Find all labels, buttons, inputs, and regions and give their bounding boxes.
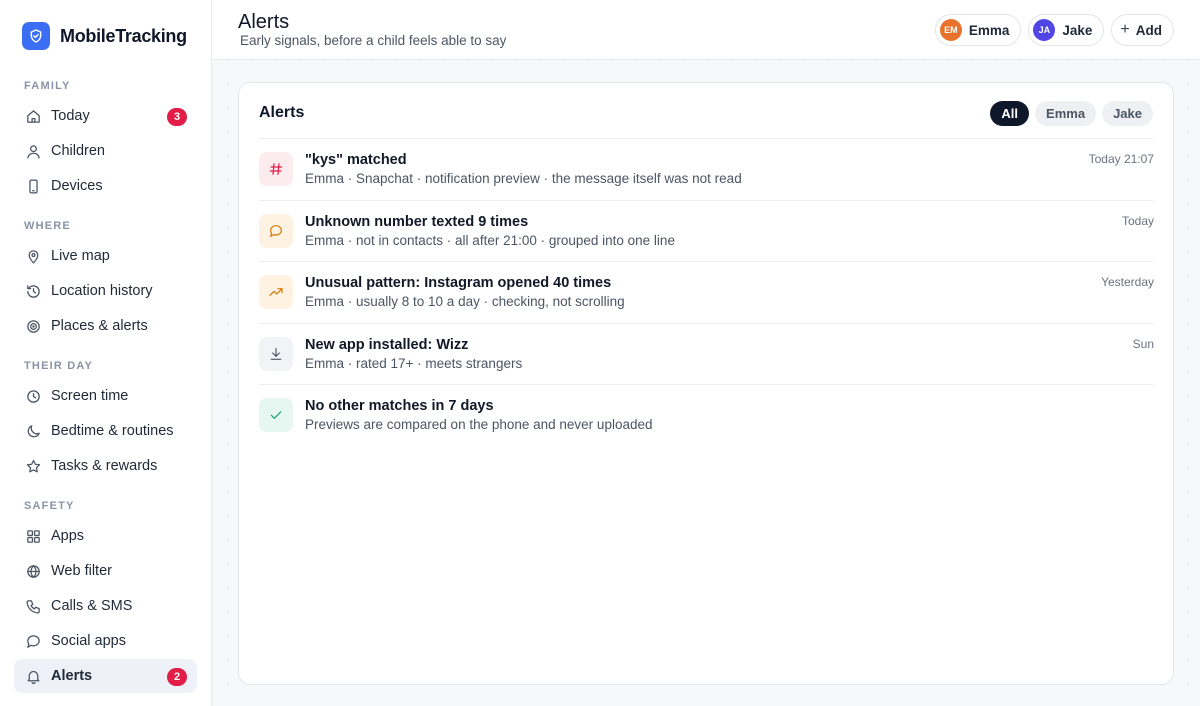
- sidebar-item-today[interactable]: Today 3: [14, 99, 197, 133]
- globe-icon: [24, 562, 42, 580]
- sidebar-item-devices[interactable]: Devices: [14, 169, 197, 203]
- alert-details: Emma · not in contacts · all after 21:00…: [305, 232, 675, 248]
- brand[interactable]: MobileTracking: [22, 22, 187, 50]
- alert-row[interactable]: "kys" matched Emma · Snapchat · notificat…: [259, 138, 1154, 200]
- sidebar-item-apps[interactable]: Apps: [14, 519, 197, 553]
- sidebar-item-label: Bedtime & routines: [51, 423, 174, 439]
- alert-title: "kys" matched: [305, 152, 407, 168]
- sidebar-item-label: Places & alerts: [51, 318, 148, 334]
- sidebar-item-label: Location history: [51, 283, 153, 299]
- sidebar-item-screen-time[interactable]: Screen time: [14, 379, 197, 413]
- download-icon: [259, 336, 293, 371]
- child-name: Emma: [968, 22, 1010, 38]
- section-label-where: WHERE: [24, 220, 71, 232]
- sidebar-item-bedtime-and-routines[interactable]: Bedtime & routines: [14, 414, 197, 448]
- top-bar: Alerts Early signals, before a child fee…: [212, 0, 1200, 60]
- section-label-their-day: THEIR DAY: [24, 360, 94, 372]
- moon-icon: [24, 422, 42, 440]
- sidebar-item-label: Calls & SMS: [51, 598, 133, 614]
- add-child-button[interactable]: + Add: [1111, 14, 1174, 46]
- hash-icon: [259, 152, 293, 186]
- sidebar-item-live-map[interactable]: Live map: [14, 239, 197, 273]
- shield-logo-icon: [22, 22, 50, 50]
- alert-time: Yesterday: [1101, 275, 1154, 289]
- brand-name: MobileTracking: [60, 25, 187, 46]
- star-icon: [24, 457, 42, 475]
- sidebar-item-label: Alerts: [51, 668, 93, 684]
- sidebar-item-label: Web filter: [51, 563, 112, 579]
- chat-icon: [24, 632, 42, 650]
- alerts-card: Alerts All Emma Jake "kys" matched Emma · S…: [238, 82, 1174, 685]
- sidebar-item-label: Live map: [51, 248, 110, 264]
- sidebar-item-label: Apps: [51, 528, 85, 544]
- sidebar-item-label: Tasks & rewards: [51, 458, 158, 474]
- check-icon: [259, 398, 293, 432]
- add-label: Add: [1135, 22, 1162, 38]
- phone-icon: [24, 177, 42, 195]
- alert-list: "kys" matched Emma · Snapchat · notificat…: [259, 138, 1154, 446]
- card-title: Alerts: [259, 104, 305, 121]
- sidebar-item-label: Screen time: [51, 388, 129, 404]
- alert-row[interactable]: No other matches in 7 days Previews are c…: [259, 384, 1154, 446]
- alert-title: Unknown number texted 9 times: [305, 213, 529, 230]
- alert-row[interactable]: Unusual pattern: Instagram opened 40 tim…: [259, 261, 1154, 323]
- child-switcher: EM Emma JA Jake + Add: [934, 14, 1174, 46]
- sidebar-item-label: Devices: [51, 178, 103, 194]
- plus-icon: +: [1120, 21, 1130, 38]
- filter-jake[interactable]: Jake: [1102, 101, 1153, 126]
- sidebar-item-social-apps[interactable]: Social apps: [14, 624, 197, 658]
- alert-row[interactable]: New app installed: Wizz Emma · rated 17+ …: [259, 322, 1154, 385]
- sidebar-item-label: Today: [51, 108, 90, 124]
- alert-details: Emma · Snapchat · notification preview ·…: [305, 171, 742, 186]
- home-icon: [24, 107, 42, 125]
- alert-time: Today: [1121, 213, 1154, 228]
- page-subtitle: Early signals, before a child feels able…: [240, 33, 507, 48]
- history-icon: [24, 282, 42, 300]
- child-chip-emma[interactable]: EM Emma: [934, 14, 1022, 46]
- sidebar-item-places-and-alerts[interactable]: Places & alerts: [14, 309, 197, 343]
- alert-details: Emma · usually 8 to 10 a day · checking,…: [305, 294, 625, 309]
- grid-icon: [24, 527, 42, 545]
- alert-title: New app installed: Wizz: [305, 336, 469, 353]
- sidebar: MobileTracking FAMILY Today 3 Children Devic…: [0, 0, 212, 706]
- avatar: JA: [1033, 19, 1056, 41]
- sidebar-item-location-history[interactable]: Location history: [14, 274, 197, 308]
- sidebar-nav: FAMILY Today 3 Children Devices WHERE Live map…: [14, 74, 197, 694]
- person-icon: [24, 142, 42, 160]
- filter-emma[interactable]: Emma: [1035, 101, 1097, 126]
- target-icon: [24, 317, 42, 335]
- sidebar-item-alerts[interactable]: Alerts 2: [14, 659, 197, 693]
- alert-title: Unusual pattern: Instagram opened 40 tim…: [305, 275, 612, 291]
- alert-row[interactable]: Unknown number texted 9 times Emma · not …: [259, 199, 1154, 262]
- alert-time: Today 21:07: [1088, 152, 1154, 166]
- bell-icon: [24, 667, 42, 685]
- phone-call-icon: [24, 597, 42, 615]
- alert-title: No other matches in 7 days: [305, 398, 494, 414]
- section-label-family: FAMILY: [24, 80, 71, 92]
- filter-tabs: All Emma Jake: [990, 101, 1153, 126]
- page-title: Alerts: [238, 11, 290, 33]
- alert-details: Previews are compared on the phone and n…: [305, 417, 653, 432]
- count-badge: 2: [167, 668, 187, 686]
- trend-up-icon: [259, 275, 293, 309]
- clock-icon: [24, 387, 42, 405]
- chat-icon: [259, 213, 293, 248]
- sidebar-item-tasks-and-rewards[interactable]: Tasks & rewards: [14, 449, 197, 483]
- sidebar-item-web-filter[interactable]: Web filter: [14, 554, 197, 588]
- sidebar-item-label: Social apps: [51, 633, 126, 649]
- alert-details: Emma · rated 17+ · meets strangers: [305, 355, 523, 371]
- alert-time: Sun: [1132, 336, 1154, 351]
- map-pin-icon: [24, 247, 42, 265]
- child-name: Jake: [1062, 22, 1093, 38]
- child-chip-jake[interactable]: JA Jake: [1028, 14, 1105, 46]
- filter-all[interactable]: All: [990, 101, 1030, 126]
- section-label-safety: SAFETY: [24, 500, 75, 512]
- sidebar-item-children[interactable]: Children: [14, 134, 197, 168]
- avatar: EM: [939, 19, 962, 41]
- count-badge: 3: [167, 108, 187, 126]
- sidebar-item-calls-and-sms[interactable]: Calls & SMS: [14, 589, 197, 623]
- sidebar-item-label: Children: [51, 143, 105, 159]
